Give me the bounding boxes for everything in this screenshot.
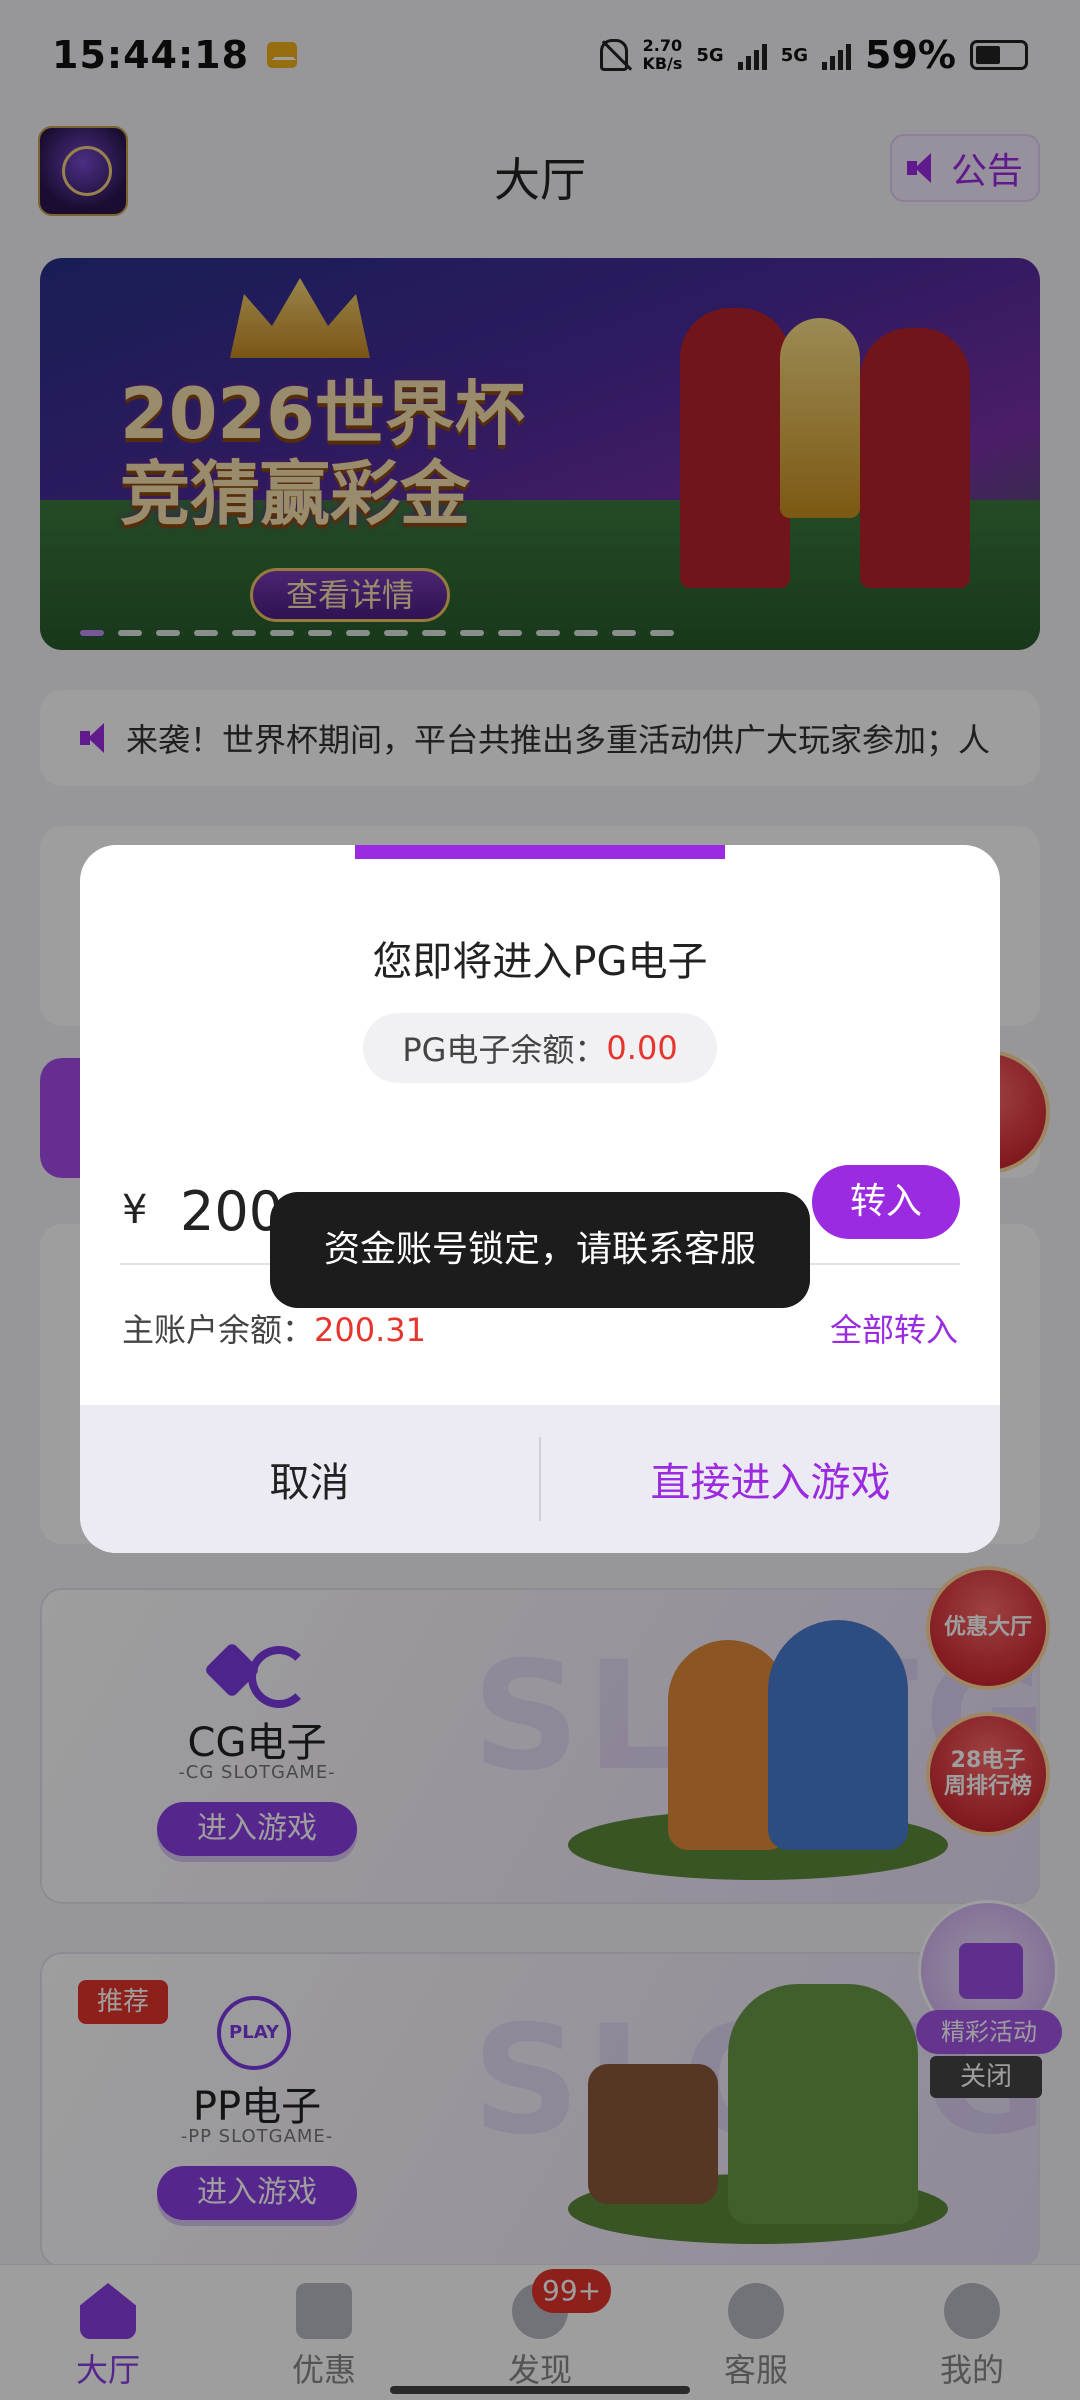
game-balance-label: PG电子余额： bbox=[402, 1031, 607, 1069]
dialog-title: 您即将进入PG电子 bbox=[372, 939, 708, 985]
cancel-button[interactable]: 取消 bbox=[80, 1405, 539, 1553]
game-balance-pill: PG电子余额： 0.00 bbox=[363, 1013, 717, 1083]
game-balance-value: 0.00 bbox=[606, 1029, 678, 1067]
transfer-in-button[interactable]: 转入 bbox=[812, 1165, 960, 1239]
transfer-all-link[interactable]: 全部转入 bbox=[830, 1305, 958, 1351]
dialog-footer: 取消 直接进入游戏 bbox=[80, 1405, 1000, 1553]
main-balance: 主账户余额：200.31 bbox=[122, 1305, 426, 1351]
error-toast: 资金账号锁定，请联系客服 bbox=[270, 1192, 810, 1308]
dialog-accent-bar bbox=[355, 845, 725, 859]
currency-symbol: ¥ bbox=[122, 1187, 148, 1233]
enter-game-directly-button[interactable]: 直接进入游戏 bbox=[541, 1405, 1000, 1553]
main-balance-value: 200.31 bbox=[314, 1311, 426, 1349]
main-balance-label: 主账户余额： bbox=[122, 1311, 315, 1349]
